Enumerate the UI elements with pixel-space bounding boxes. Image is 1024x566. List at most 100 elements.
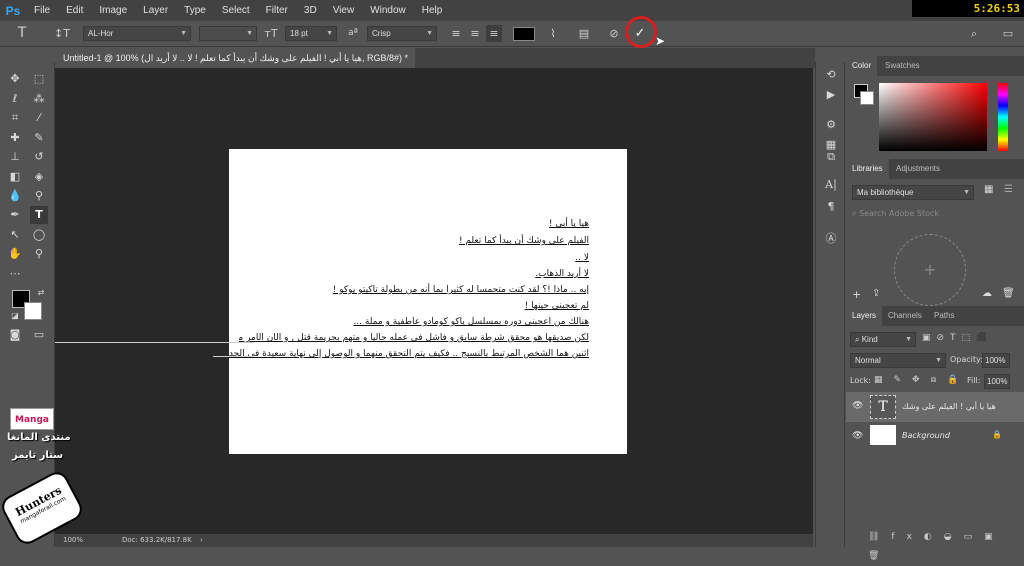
default-colors-icon[interactable]: ◪	[6, 307, 24, 325]
antialias-select[interactable]: Crisp ▼	[367, 26, 437, 41]
text-line: إيه .. ماذا !؟ لقد كنت متحمسا له كثيرا ب…	[332, 285, 590, 295]
layer-kind-filter[interactable]: ⌕ Kind ▼	[850, 332, 916, 347]
history-brush-icon[interactable]: ↺	[30, 148, 48, 166]
actions-play-icon[interactable]: ▶	[822, 86, 840, 104]
lasso-tool-icon[interactable]: ℓ	[6, 90, 24, 108]
glyphs-icon[interactable]: Ⓐ	[822, 230, 840, 248]
more-tools-icon[interactable]: ⋯	[6, 265, 24, 283]
tab-libraries[interactable]: Libraries	[846, 159, 889, 179]
text-line: اثنين هما الشخص المرتبط بالنسيج .. فكيف …	[229, 349, 589, 359]
add-library-placeholder[interactable]: +	[894, 234, 966, 306]
history-panel-icon[interactable]: ⟲	[822, 66, 840, 84]
color-picker-field[interactable]	[879, 83, 987, 151]
team-watermark: ستار تايمز	[12, 450, 64, 461]
font-family-select[interactable]: AL-Hor ▼	[83, 26, 191, 41]
workspace-icon[interactable]: ▭	[1000, 25, 1016, 42]
panel-background-swatch[interactable]	[860, 91, 874, 105]
ellipse-tool-icon[interactable]: ◯	[30, 226, 48, 244]
visibility-eye-icon[interactable]: 👁	[852, 401, 863, 411]
menu-3d[interactable]: 3D	[296, 0, 325, 21]
menu-filter[interactable]: Filter	[258, 0, 296, 21]
status-menu-icon[interactable]: ›	[200, 534, 203, 547]
document-canvas[interactable]: هيا يا أبي ! الفيلم على وشك أن يبدأ كما …	[229, 149, 627, 454]
layer-filter-icons[interactable]: ▣⊘T⬚⬛	[922, 333, 993, 343]
hand-tool-icon[interactable]: ✋	[6, 245, 24, 263]
align-right-icon[interactable]: ≡	[486, 25, 502, 42]
tab-adjustments[interactable]: Adjustments	[890, 159, 946, 179]
blend-mode-select[interactable]: Normal ▼	[850, 353, 946, 368]
cancel-icon[interactable]: ⊘	[606, 25, 622, 42]
zoom-level[interactable]: 100%	[63, 534, 83, 547]
search-icon[interactable]: ⌕	[966, 25, 982, 42]
stamp-tool-icon[interactable]: ⊥	[6, 148, 24, 166]
lock-icons[interactable]: ▦✎✥⧈🔒	[874, 375, 970, 385]
menu-type[interactable]: Type	[176, 0, 214, 21]
menu-window[interactable]: Window	[362, 0, 414, 21]
menu-edit[interactable]: Edit	[58, 0, 91, 21]
align-left-icon[interactable]: ≡	[448, 25, 464, 42]
character-icon[interactable]: A|	[822, 176, 840, 194]
document-tab[interactable]: Untitled-1 @ 100% (هيا يا أبي ! الفيلم ع…	[55, 48, 415, 68]
grid-view-icon[interactable]: ▦	[984, 184, 998, 198]
library-select[interactable]: Ma bibliothèque ▼	[852, 185, 974, 200]
eraser-tool-icon[interactable]: ◧	[6, 168, 24, 186]
layer-name[interactable]: هيا يا أبي ! الفيلم على وشك	[902, 402, 996, 411]
menu-file[interactable]: File	[26, 0, 58, 21]
screen-mode-icon[interactable]: ▭	[30, 326, 48, 344]
dodge-tool-icon[interactable]: ⚲	[30, 187, 48, 205]
fill-input[interactable]: 100%	[984, 374, 1010, 389]
library-delete-icon[interactable]: 🗑	[1002, 288, 1015, 299]
blur-tool-icon[interactable]: 💧	[6, 187, 24, 205]
eyedropper-icon[interactable]: ⁄	[30, 109, 48, 127]
type-tool-icon[interactable]: T	[14, 25, 30, 42]
paragraph-icon[interactable]: ¶	[822, 198, 840, 216]
clone-source-icon[interactable]: ⧉	[822, 148, 840, 166]
menu-view[interactable]: View	[325, 0, 363, 21]
brush-tool-icon[interactable]: ✎	[30, 129, 48, 147]
tab-swatches[interactable]: Swatches	[879, 56, 926, 76]
opacity-input[interactable]: 100%	[982, 353, 1010, 368]
photoshop-logo: Ps	[5, 3, 21, 18]
marquee-tool-icon[interactable]: ⬚	[30, 70, 48, 88]
list-view-icon[interactable]: ☰	[1004, 184, 1018, 198]
pen-tool-icon[interactable]: ✒	[6, 206, 24, 224]
upload-icon[interactable]: ⇪	[872, 288, 880, 299]
tab-channels[interactable]: Channels	[882, 306, 928, 326]
healing-brush-icon[interactable]: ✚	[6, 129, 24, 147]
library-search[interactable]: ⌕ Search Adobe Stock	[852, 207, 1014, 221]
type-tool-icon[interactable]: T	[30, 206, 48, 224]
align-center-icon[interactable]: ≡	[467, 25, 483, 42]
font-size-select[interactable]: 18 pt ▼	[285, 26, 337, 41]
paint-bucket-icon[interactable]: ◈	[30, 168, 48, 186]
add-asset-icon[interactable]: +	[852, 288, 861, 301]
properties-icon[interactable]: ⚙	[822, 116, 840, 134]
character-panel-icon[interactable]: ▤	[576, 25, 592, 42]
cloud-sync-icon[interactable]: ☁	[982, 288, 992, 299]
layers-footer-icons[interactable]: ⛓fx◐◒▭▣🗑	[846, 528, 1024, 561]
layer-row-text[interactable]: 👁 T هيا يا أبي ! الفيلم على وشك	[846, 392, 1024, 422]
menu-image[interactable]: Image	[91, 0, 135, 21]
hue-slider[interactable]	[998, 83, 1008, 151]
magic-wand-icon[interactable]: ⁂	[30, 90, 48, 108]
warp-text-icon[interactable]: ⌇	[545, 25, 561, 42]
tab-color[interactable]: Color	[846, 56, 878, 76]
menu-layer[interactable]: Layer	[135, 0, 176, 21]
quick-mask-icon[interactable]: ◙	[6, 326, 24, 344]
zoom-tool-icon[interactable]: ⚲	[30, 245, 48, 263]
visibility-eye-icon[interactable]: 👁	[852, 431, 863, 441]
layer-row-background[interactable]: 👁 Background 🔒	[846, 422, 1024, 452]
tab-paths[interactable]: Paths	[928, 306, 960, 326]
layer-name[interactable]: Background	[902, 431, 950, 440]
background-color-swatch[interactable]	[24, 302, 42, 320]
tab-layers[interactable]: Layers	[846, 306, 883, 326]
path-selection-icon[interactable]: ↖	[6, 226, 24, 244]
text-orientation-icon[interactable]: ↕T	[54, 25, 70, 42]
font-style-select[interactable]: ▼	[199, 26, 257, 41]
menu-help[interactable]: Help	[414, 0, 451, 21]
move-tool-icon[interactable]: ✥	[6, 70, 24, 88]
swap-colors-icon[interactable]: ⇄	[32, 284, 50, 302]
text-color-swatch[interactable]	[513, 27, 535, 41]
menu-select[interactable]: Select	[214, 0, 258, 21]
crop-tool-icon[interactable]: ⌗	[6, 109, 24, 127]
opacity-label: Opacity:	[950, 355, 983, 364]
